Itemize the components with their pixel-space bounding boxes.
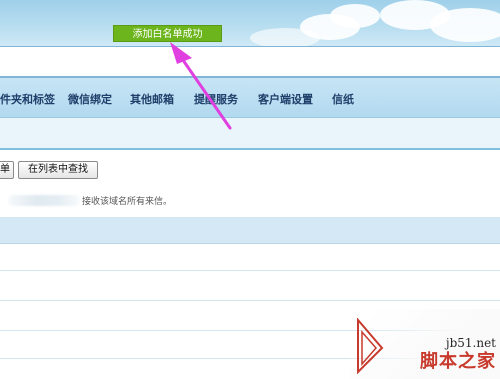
blurred-domain <box>8 195 80 206</box>
watermark-logo-icon <box>357 318 384 374</box>
nav-item-client-settings[interactable]: 客户端设置 <box>258 91 313 107</box>
list-row-divider <box>0 270 500 271</box>
nav-item-wechat-binding[interactable]: 微信绑定 <box>68 91 112 107</box>
settings-nav: 件夹和标签 微信绑定 其他邮箱 提醒服务 客户端设置 信纸 <box>0 78 500 118</box>
nav-item-reminder-service[interactable]: 提醒服务 <box>194 91 238 107</box>
nav-item-stationery[interactable]: 信纸 <box>332 91 354 107</box>
nav-item-folders-labels[interactable]: 件夹和标签 <box>0 91 55 107</box>
success-toast: 添加白名单成功 <box>113 25 222 42</box>
partial-button[interactable]: 单 <box>0 161 14 179</box>
list-header <box>0 218 500 244</box>
whitelist-toolbar: 单 在列表中查找 接收该域名所有来信。 <box>0 150 500 218</box>
cloud <box>250 28 320 46</box>
top-bar <box>0 46 500 78</box>
cloud <box>330 4 380 28</box>
watermark-site-name: 脚本之家 <box>420 351 496 372</box>
list-row-divider <box>0 300 500 301</box>
nav-item-other-mailboxes[interactable]: 其他邮箱 <box>130 91 174 107</box>
cloud <box>430 8 500 42</box>
panel-header <box>0 118 500 150</box>
whitelist-info-text: 接收该域名所有来信。 <box>82 197 173 207</box>
header-sky <box>0 0 500 46</box>
find-in-list-button[interactable]: 在列表中查找 <box>18 161 98 179</box>
